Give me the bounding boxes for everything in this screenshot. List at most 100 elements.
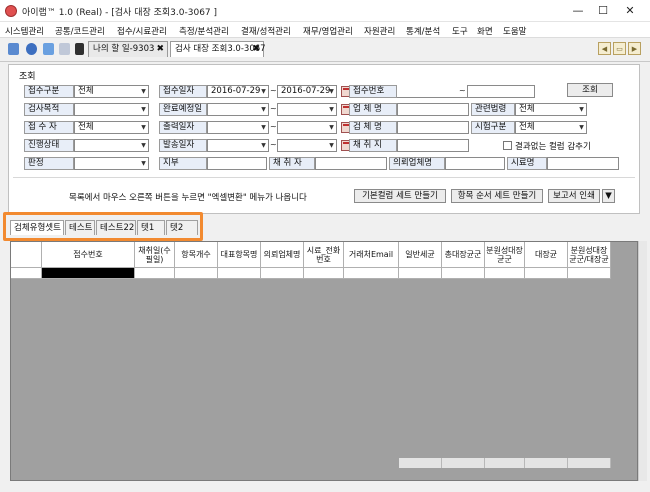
pin-icon[interactable] (75, 43, 84, 55)
close-tab-icon[interactable]: ✖ (156, 42, 164, 57)
menu-approval[interactable]: 결재/성적관리 (241, 25, 291, 37)
grid-header-main-item[interactable]: 대표항목명 (218, 242, 261, 268)
print-report-button[interactable]: 보고서 인쇄 (548, 189, 600, 203)
progress-select[interactable]: ▼ (74, 139, 149, 152)
menu-finance[interactable]: 재무/영업관리 (303, 25, 353, 37)
range-separator: ~ (270, 140, 277, 149)
branch-input[interactable] (207, 157, 267, 170)
grid-cell[interactable] (442, 268, 485, 279)
menu-resource[interactable]: 자원관리 (364, 25, 395, 37)
receipt-date-to[interactable]: 2016-07-29 ▼ (277, 85, 337, 98)
sample-input[interactable] (547, 157, 619, 170)
minimize-button[interactable]: — (567, 2, 589, 19)
search-button[interactable]: 조회 (567, 83, 613, 97)
judgement-select[interactable]: ▼ (74, 157, 149, 170)
menu-stats[interactable]: 통계/분석 (406, 25, 440, 37)
result-grid[interactable]: 접수번호 채취일(수필일) 항목개수 대표항목명 의뢰업체명 시료_전화번호 거… (10, 241, 638, 481)
label-purpose: 검사목적 (24, 103, 74, 116)
send-date-from[interactable]: ▼ (207, 139, 269, 152)
label-test-type: 시험구분 (471, 121, 515, 134)
label-receipt-type: 접수구분 (24, 85, 74, 98)
label-judgement: 판정 (24, 157, 74, 170)
grid-header-phone[interactable]: 시료_전화번호 (304, 242, 344, 268)
grid-header-collect-date[interactable]: 채취일(수필일) (135, 242, 175, 268)
grid-footer-cell (442, 458, 485, 468)
grid-cell[interactable] (11, 268, 42, 279)
label-sampling-site: 채 취 지 (349, 139, 397, 152)
grid-header-receipt-no[interactable]: 접수번호 (42, 242, 135, 268)
base-column-set-button[interactable]: 기본컬럼 세트 만들기 (354, 189, 446, 203)
receipt-number-to[interactable] (467, 85, 535, 98)
title-bar: 아이랩™ 1.0 (Real) - [검사 대장 조회3.0-3067 ] — … (0, 0, 650, 22)
range-separator: ~ (459, 86, 466, 95)
item-order-set-button[interactable]: 항목 순서 세트 만들기 (451, 189, 543, 203)
nav-next-icon[interactable]: ▶ (628, 42, 641, 55)
grid-cell[interactable] (135, 268, 175, 279)
label-receipt-date: 접수일자 (159, 85, 207, 98)
grid-header-bacteria[interactable]: 일반세균 (399, 242, 442, 268)
close-button[interactable]: ✕ (619, 2, 641, 19)
grid-cell[interactable] (344, 268, 399, 279)
nav-prev-icon[interactable]: ◀ (598, 42, 611, 55)
label-receiver: 접 수 자 (24, 121, 74, 134)
document-icon[interactable] (59, 43, 70, 55)
grid-header-client[interactable]: 의뢰업체명 (261, 242, 304, 268)
menu-view[interactable]: 화면 (477, 25, 493, 37)
receiver-select[interactable]: 전체 ▼ (74, 121, 149, 134)
maximize-button[interactable]: ☐ (592, 2, 614, 19)
print-date-to[interactable]: ▼ (277, 121, 337, 134)
grid-header-email[interactable]: 거래처Email (344, 242, 399, 268)
grid-cell[interactable] (304, 268, 344, 279)
grid-header-item-count[interactable]: 항목개수 (175, 242, 218, 268)
due-date-to[interactable]: ▼ (277, 103, 337, 116)
menu-tools[interactable]: 도구 (452, 25, 468, 37)
excel-hint-text: 목록에서 마우스 오른쪽 버튼을 누르면 "엑셀변환" 메뉴가 나옵니다 (69, 193, 307, 203)
regulation-select[interactable]: 전체 ▼ (515, 103, 587, 116)
menu-common[interactable]: 공통/코드관리 (55, 25, 105, 37)
sampling-site-input[interactable] (397, 139, 469, 152)
help-icon[interactable] (26, 43, 37, 55)
menu-measure[interactable]: 측정/분석관리 (179, 25, 229, 37)
grid-header-rownum (11, 242, 42, 268)
collector-input[interactable] (315, 157, 387, 170)
grid-cell[interactable] (261, 268, 304, 279)
label-sample: 시료명 (507, 157, 547, 170)
grid-header-fecal-coliform[interactable]: 분원성대장균군 (485, 242, 525, 268)
grid-cell-selected[interactable] (42, 268, 135, 279)
info-icon[interactable] (43, 43, 54, 55)
more-options-button[interactable]: ▼ (602, 189, 615, 203)
specimen-input[interactable] (397, 121, 469, 134)
grid-cell[interactable] (218, 268, 261, 279)
grid-cell[interactable] (485, 268, 525, 279)
search-section-title: 조회 (19, 72, 36, 82)
home-icon[interactable] (8, 43, 19, 55)
send-date-to[interactable]: ▼ (277, 139, 337, 152)
grid-header-fecal-ecoli[interactable]: 분원성대장균군/대장균 (568, 242, 611, 268)
menu-system[interactable]: 시스템관리 (5, 25, 44, 37)
receipt-date-from[interactable]: 2016-07-29 ▼ (207, 85, 269, 98)
tab-my-todo[interactable]: 나의 할 일-9303 ✖ (88, 41, 168, 57)
grid-header-ecoli[interactable]: 대장균 (525, 242, 568, 268)
due-date-from[interactable]: ▼ (207, 103, 269, 116)
grid-cell[interactable] (525, 268, 568, 279)
company-input[interactable] (397, 103, 469, 116)
grid-cell[interactable] (568, 268, 611, 279)
vertical-scrollbar[interactable] (638, 241, 647, 481)
purpose-select[interactable]: ▼ (74, 103, 149, 116)
menu-help[interactable]: 도움말 (503, 25, 526, 37)
grid-cell[interactable] (175, 268, 218, 279)
tab-inspection-ledger[interactable]: 검사 대장 조회3.0-3067 ✖ (170, 41, 266, 57)
print-date-from[interactable]: ▼ (207, 121, 269, 134)
receipt-type-select[interactable]: 전체 ▼ (74, 85, 149, 98)
nav-restore-icon[interactable]: ▭ (613, 42, 626, 55)
label-branch: 지부 (159, 157, 207, 170)
grid-header-coliform[interactable]: 총대장균군 (442, 242, 485, 268)
grid-footer-cell (525, 458, 568, 468)
test-type-select[interactable]: 전체 ▼ (515, 121, 587, 134)
grid-cell[interactable] (399, 268, 442, 279)
menu-receipt[interactable]: 접수/시료관리 (117, 25, 167, 37)
grid-footer-cell (485, 458, 525, 468)
client-input[interactable] (445, 157, 505, 170)
close-tab-icon[interactable]: ✖ (252, 42, 260, 57)
hide-empty-columns-checkbox[interactable] (503, 141, 512, 150)
